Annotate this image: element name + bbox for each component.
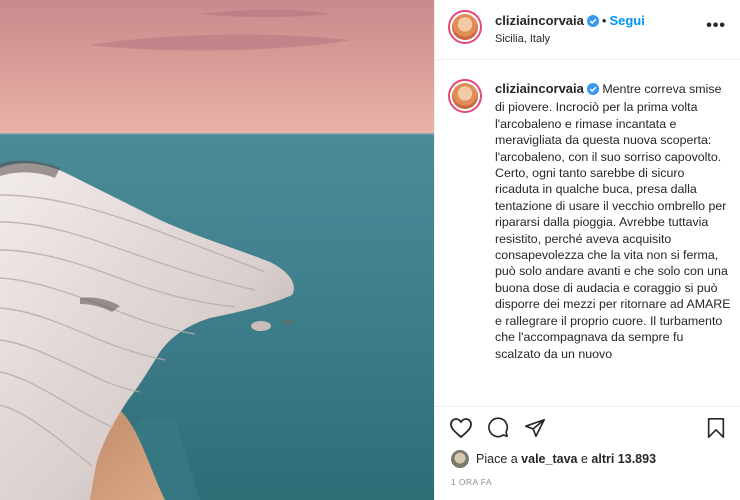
post-location[interactable]: Sicilia, Italy bbox=[495, 33, 550, 45]
more-options-icon[interactable]: ••• bbox=[706, 17, 726, 35]
likes-middle: e bbox=[577, 452, 592, 466]
share-icon[interactable] bbox=[524, 417, 546, 444]
caption-username[interactable]: cliziaincorvaia bbox=[495, 81, 584, 96]
post-side-panel: cliziaincorvaia • Segui Sicilia, Italy •••… bbox=[434, 0, 740, 500]
author-username[interactable]: cliziaincorvaia bbox=[495, 13, 584, 28]
likes-count-link[interactable]: altri 13.893 bbox=[591, 452, 656, 466]
follow-button[interactable]: Segui bbox=[609, 13, 644, 28]
post-photo[interactable] bbox=[0, 0, 434, 500]
likes-prefix: Piace a bbox=[476, 452, 522, 466]
likes-summary: Piace a vale_tava e altri 13.893 bbox=[451, 448, 656, 470]
verified-badge-icon bbox=[586, 83, 599, 99]
post-timestamp[interactable]: 1 ORA FA bbox=[451, 477, 492, 487]
heart-icon[interactable] bbox=[449, 417, 473, 444]
verified-badge-icon bbox=[586, 15, 599, 30]
separator-dot: • bbox=[601, 13, 607, 28]
author-avatar[interactable] bbox=[448, 10, 482, 44]
caption-paragraph-2: Certo, ogni tanto sarebbe di sicuro rica… bbox=[495, 166, 731, 361]
post-header: cliziaincorvaia • Segui Sicilia, Italy ••• bbox=[435, 0, 740, 60]
liker-username[interactable]: vale_tava bbox=[521, 452, 577, 466]
caption-author-avatar[interactable] bbox=[448, 79, 482, 113]
caption-paragraph: cliziaincorvaia Mentre correva smise di … bbox=[495, 81, 731, 165]
comment-icon[interactable] bbox=[486, 417, 510, 444]
action-bar bbox=[435, 406, 740, 448]
liker-avatar[interactable] bbox=[451, 450, 469, 468]
author-line: cliziaincorvaia • Segui bbox=[495, 13, 645, 30]
coastline-image bbox=[0, 0, 434, 500]
caption-section[interactable]: cliziaincorvaia Mentre correva smise di … bbox=[435, 61, 740, 406]
bookmark-icon[interactable] bbox=[706, 417, 726, 444]
caption-text: cliziaincorvaia Mentre correva smise di … bbox=[495, 81, 731, 362]
